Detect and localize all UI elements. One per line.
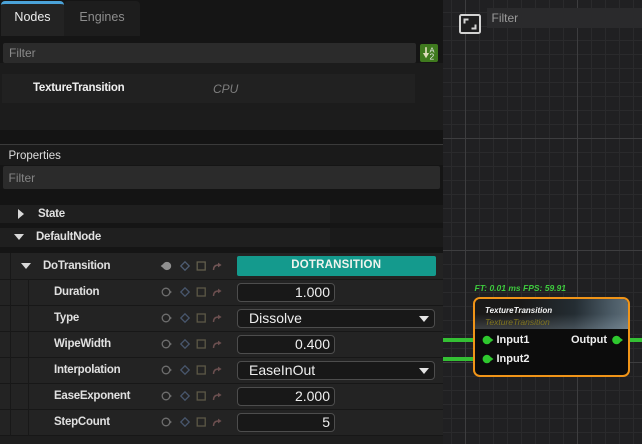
- svg-text:2: 2: [430, 52, 435, 62]
